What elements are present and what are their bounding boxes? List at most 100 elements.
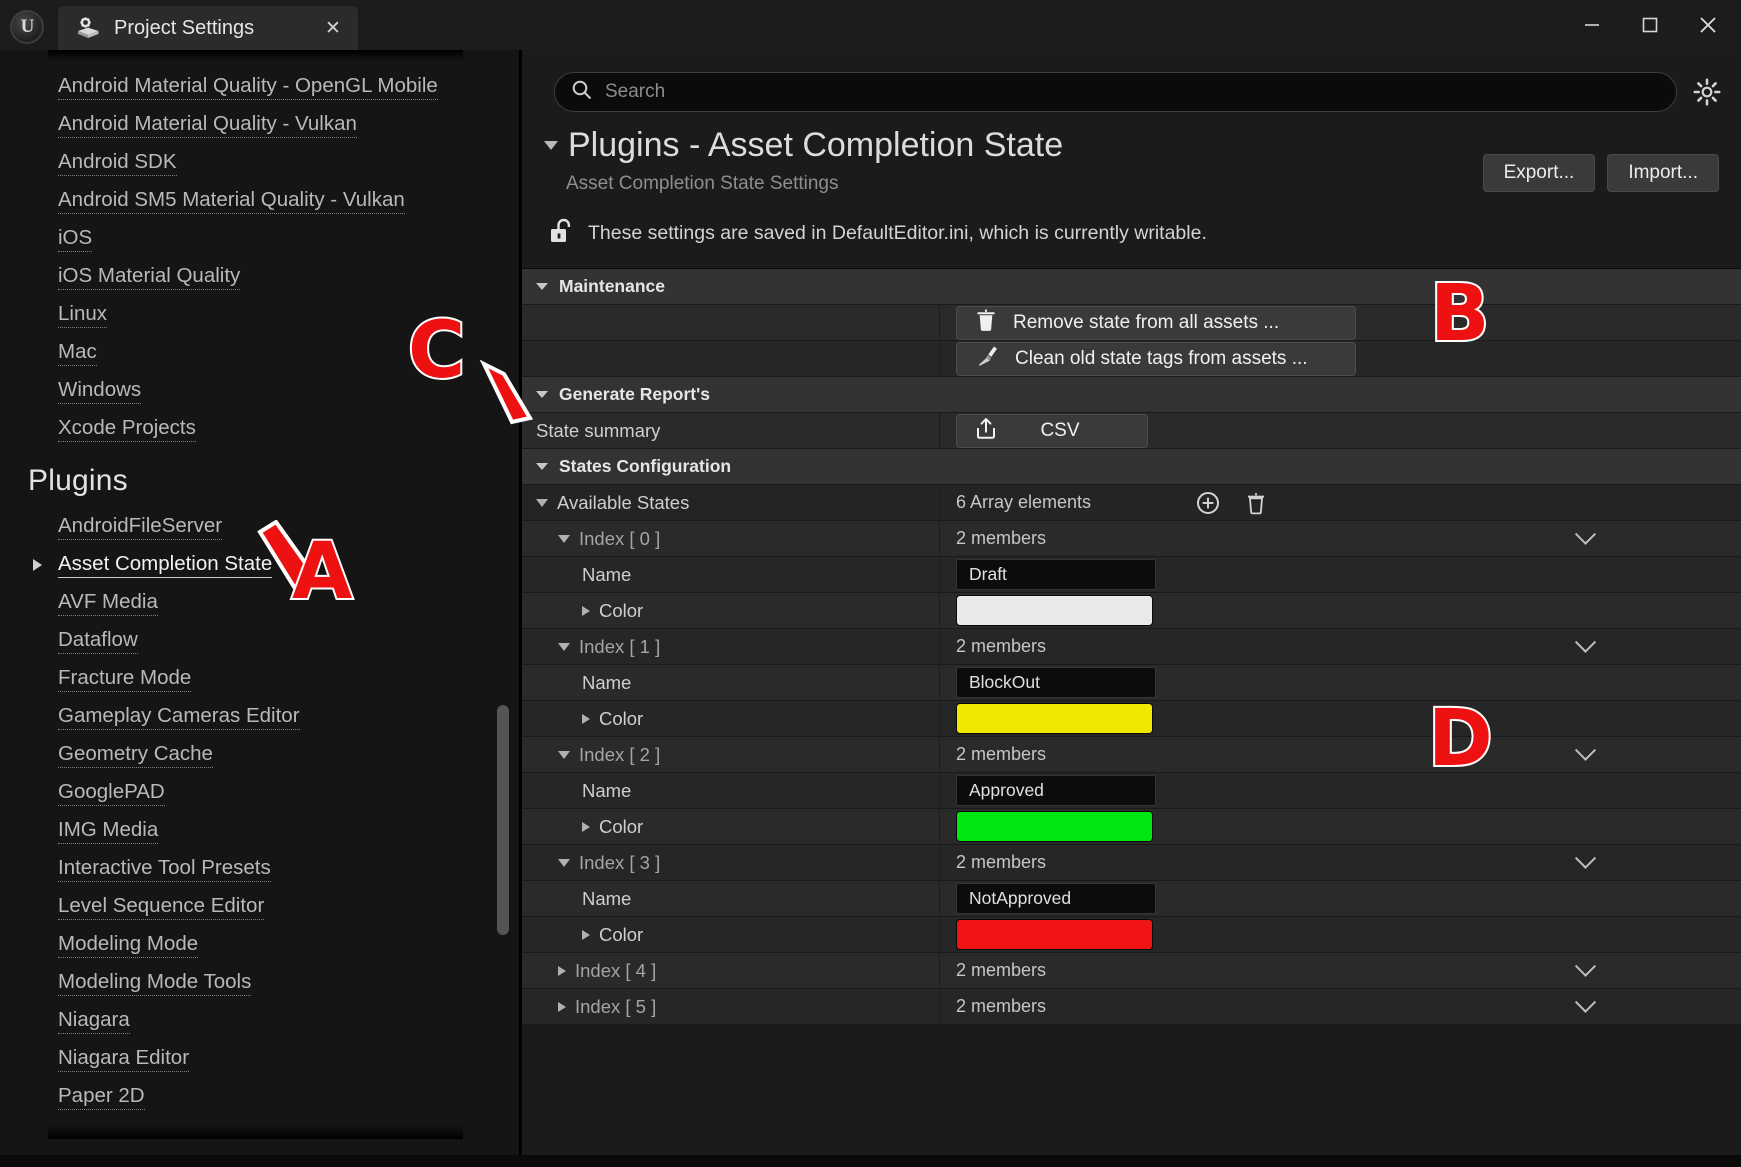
sidebar-item-ios-material-quality[interactable]: iOS Material Quality bbox=[0, 258, 519, 296]
sidebar-item-img-media[interactable]: IMG Media bbox=[0, 812, 519, 850]
category-header-states-configuration[interactable]: States Configuration bbox=[522, 449, 1741, 485]
sidebar-item-geometry-cache[interactable]: Geometry Cache bbox=[0, 736, 519, 774]
remove-state-from-all-assets-button[interactable]: Remove state from all assets ... bbox=[956, 305, 1356, 340]
collapse-icon[interactable] bbox=[558, 858, 570, 867]
sidebar-item-label: AndroidFileServer bbox=[58, 514, 223, 540]
sidebar-item-ios[interactable]: iOS bbox=[0, 220, 519, 258]
state-color-swatch[interactable] bbox=[956, 595, 1153, 626]
sidebar-item-avf-media[interactable]: AVF Media bbox=[0, 584, 519, 622]
trash-icon bbox=[975, 308, 997, 338]
category-header-maintenance[interactable]: Maintenance bbox=[522, 269, 1741, 305]
sidebar-item-asset-completion-state[interactable]: Asset Completion State bbox=[0, 546, 519, 584]
sidebar-item-level-sequence-editor[interactable]: Level Sequence Editor bbox=[0, 888, 519, 926]
sidebar-item-android-sm5-material-quality-vulkan[interactable]: Android SM5 Material Quality - Vulkan bbox=[0, 182, 519, 220]
expand-icon[interactable] bbox=[558, 1001, 566, 1012]
sidebar-item-label: Modeling Mode Tools bbox=[58, 970, 252, 996]
expand-icon[interactable] bbox=[582, 821, 590, 832]
expand-icon[interactable] bbox=[582, 713, 590, 724]
sidebar-item-android-material-quality-opengl-mobile[interactable]: Android Material Quality - OpenGL Mobile bbox=[0, 68, 519, 106]
row-value-cell: BlockOut bbox=[940, 665, 1741, 700]
export-button[interactable]: Export... bbox=[1482, 154, 1596, 192]
name-field-label: Name bbox=[582, 563, 632, 585]
sidebar-item-googlepad[interactable]: GooglePAD bbox=[0, 774, 519, 812]
collapse-icon[interactable] bbox=[536, 463, 548, 470]
trash-icon[interactable] bbox=[1241, 488, 1271, 518]
tab-project-settings[interactable]: Project Settings ✕ bbox=[58, 6, 358, 50]
sidebar-item-xcode-projects[interactable]: Xcode Projects bbox=[0, 410, 519, 448]
collapse-section-icon[interactable] bbox=[544, 141, 558, 150]
row-index-2: Index [ 2 ] 2 members bbox=[522, 737, 1741, 773]
sidebar-item-mac[interactable]: Mac bbox=[0, 334, 519, 372]
collapse-icon[interactable] bbox=[558, 534, 570, 543]
collapse-icon[interactable] bbox=[536, 391, 548, 398]
search-input[interactable] bbox=[605, 81, 1660, 103]
sidebar-item-label: iOS bbox=[58, 226, 93, 252]
row-index-3-color: Color bbox=[522, 917, 1741, 953]
state-color-swatch[interactable] bbox=[956, 919, 1153, 950]
sidebar-item-label: Gameplay Cameras Editor bbox=[58, 704, 300, 730]
sidebar-item-linux[interactable]: Linux bbox=[0, 296, 519, 334]
row-value-cell: CSV bbox=[940, 413, 1741, 448]
minimize-button[interactable] bbox=[1563, 0, 1621, 50]
collapse-icon[interactable] bbox=[558, 642, 570, 651]
sidebar-item-label: Niagara Editor bbox=[58, 1046, 190, 1072]
unreal-engine-logo-icon: U bbox=[10, 10, 44, 44]
state-color-swatch[interactable] bbox=[956, 703, 1153, 734]
chevron-down-icon[interactable] bbox=[1574, 955, 1597, 977]
window-close-button[interactable] bbox=[1679, 0, 1737, 50]
sidebar-item-paper-2d[interactable]: Paper 2D bbox=[0, 1078, 519, 1116]
index-label: Index [ 1 ] bbox=[579, 635, 661, 657]
chevron-right-icon[interactable] bbox=[33, 559, 42, 571]
sidebar-item-label: Paper 2D bbox=[58, 1084, 145, 1110]
sidebar-scrollbar-thumb[interactable] bbox=[497, 705, 509, 935]
row-label-cell: Name bbox=[522, 773, 940, 808]
import-button[interactable]: Import... bbox=[1607, 154, 1719, 192]
state-name-input[interactable]: NotApproved bbox=[956, 883, 1156, 914]
sidebar-item-fracture-mode[interactable]: Fracture Mode bbox=[0, 660, 519, 698]
sidebar-item-label: Dataflow bbox=[58, 628, 138, 654]
gear-icon[interactable] bbox=[1687, 72, 1727, 112]
sidebar-item-android-material-quality-vulkan[interactable]: Android Material Quality - Vulkan bbox=[0, 106, 519, 144]
category-header-generate-reports[interactable]: Generate Report's bbox=[522, 377, 1741, 413]
chevron-down-icon[interactable] bbox=[1574, 523, 1597, 545]
members-count: 2 members bbox=[956, 636, 1047, 656]
row-value-cell: Approved bbox=[940, 773, 1741, 808]
expand-icon[interactable] bbox=[582, 929, 590, 940]
sidebar-item-label: Xcode Projects bbox=[58, 416, 196, 442]
detail-panel-scrollbar[interactable] bbox=[1729, 110, 1739, 1110]
chevron-down-icon[interactable] bbox=[1574, 631, 1597, 653]
chevron-down-icon[interactable] bbox=[1574, 847, 1597, 869]
available-states-label: Available States bbox=[557, 491, 690, 513]
state-name-input[interactable]: BlockOut bbox=[956, 667, 1156, 698]
collapse-icon[interactable] bbox=[536, 498, 548, 507]
sidebar-item-interactive-tool-presets[interactable]: Interactive Tool Presets bbox=[0, 850, 519, 888]
sidebar-item-niagara[interactable]: Niagara bbox=[0, 1002, 519, 1040]
state-name-input[interactable]: Draft bbox=[956, 559, 1156, 590]
clean-old-state-tags-button[interactable]: Clean old state tags from assets ... bbox=[956, 341, 1356, 376]
sidebar-scrollbar-track[interactable] bbox=[497, 50, 509, 1167]
expand-icon[interactable] bbox=[558, 965, 566, 976]
search-box[interactable] bbox=[554, 72, 1677, 112]
state-name-input[interactable]: Approved bbox=[956, 775, 1156, 806]
export-csv-button[interactable]: CSV bbox=[956, 413, 1148, 448]
state-color-swatch[interactable] bbox=[956, 811, 1153, 842]
collapse-icon[interactable] bbox=[536, 283, 548, 290]
sidebar-item-modeling-mode[interactable]: Modeling Mode bbox=[0, 926, 519, 964]
sidebar-item-dataflow[interactable]: Dataflow bbox=[0, 622, 519, 660]
sidebar-item-windows[interactable]: Windows bbox=[0, 372, 519, 410]
tab-close-icon[interactable]: ✕ bbox=[320, 15, 346, 41]
chevron-down-icon[interactable] bbox=[1574, 739, 1597, 761]
sidebar-item-androidfileserver[interactable]: AndroidFileServer bbox=[0, 508, 519, 546]
sidebar-item-android-sdk[interactable]: Android SDK bbox=[0, 144, 519, 182]
maximize-button[interactable] bbox=[1621, 0, 1679, 50]
chevron-down-icon[interactable] bbox=[1574, 991, 1597, 1013]
expand-icon[interactable] bbox=[582, 605, 590, 616]
search-row bbox=[522, 50, 1741, 112]
ini-writable-notice: These settings are saved in DefaultEdito… bbox=[522, 195, 1741, 266]
sidebar-item-niagara-editor[interactable]: Niagara Editor bbox=[0, 1040, 519, 1078]
row-label-cell: Color bbox=[522, 917, 940, 952]
plus-circle-icon[interactable] bbox=[1193, 488, 1223, 518]
sidebar-item-gameplay-cameras-editor[interactable]: Gameplay Cameras Editor bbox=[0, 698, 519, 736]
collapse-icon[interactable] bbox=[558, 750, 570, 759]
sidebar-item-modeling-mode-tools[interactable]: Modeling Mode Tools bbox=[0, 964, 519, 1002]
